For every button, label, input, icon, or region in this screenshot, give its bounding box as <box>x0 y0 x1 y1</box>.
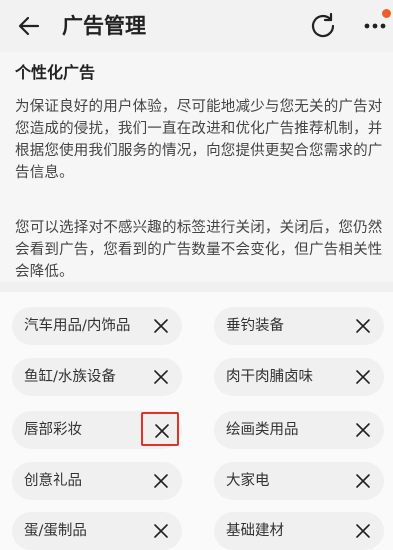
app-header: 广告管理 <box>0 0 393 52</box>
description-paragraph-2: 您可以选择对不感兴趣的标签进行关闭，关闭后，您仍然会看到广告，您看到的广告数量不… <box>15 220 383 280</box>
ad-tag: 创意礼品 <box>12 462 182 500</box>
close-icon[interactable] <box>348 466 378 496</box>
description-paragraph-1: 为保证良好的用户体验，尽可能地减少与您无关的广告对您造成的侵扰，我们一直在改进和… <box>15 99 383 181</box>
ad-tag-label: 鱼缸/水族设备 <box>24 369 116 385</box>
ad-tag-label: 大家电 <box>226 473 270 489</box>
ad-tag: 大家电 <box>214 462 384 500</box>
ad-tag-label: 绘画类用品 <box>226 422 299 438</box>
ad-tag: 绘画类用品 <box>214 411 384 449</box>
close-icon[interactable] <box>348 311 378 341</box>
ad-tag-label: 基础建材 <box>226 523 284 539</box>
close-icon[interactable] <box>146 311 176 341</box>
ad-tag-label: 创意礼品 <box>24 473 82 489</box>
section-divider <box>0 282 393 292</box>
ad-tag: 肉干肉脯卤味 <box>214 358 384 396</box>
notification-dot <box>382 9 391 18</box>
ad-tag: 唇部彩妆 <box>12 411 182 449</box>
ad-tag: 汽车用品/内饰品 <box>12 307 182 345</box>
personalized-ads-section: 个性化广告 为保证良好的用户体验，尽可能地减少与您无关的广告对您造成的侵扰，我们… <box>0 52 393 282</box>
section-title: 个性化广告 <box>15 63 96 82</box>
ad-tag-label: 唇部彩妆 <box>24 422 82 438</box>
page-title: 广告管理 <box>62 14 146 38</box>
refresh-icon[interactable] <box>308 11 338 41</box>
ad-tag-list: 汽车用品/内饰品 垂钓装备 鱼缸/水族设备 肉干肉脯卤味 唇部彩妆 绘画类用品 <box>0 292 393 550</box>
ad-tag: 基础建材 <box>214 512 384 550</box>
close-icon[interactable] <box>146 516 176 546</box>
close-icon-highlighted[interactable] <box>141 412 179 446</box>
close-icon[interactable] <box>146 362 176 392</box>
ad-tag-label: 垂钓装备 <box>226 318 284 334</box>
close-icon[interactable] <box>146 466 176 496</box>
ad-tag: 蛋/蛋制品 <box>12 512 182 550</box>
close-icon[interactable] <box>348 362 378 392</box>
ad-tag-label: 汽车用品/内饰品 <box>24 318 131 334</box>
ad-tag-label: 蛋/蛋制品 <box>24 523 87 539</box>
back-arrow-icon[interactable] <box>14 11 44 41</box>
close-icon[interactable] <box>348 415 378 445</box>
close-icon[interactable] <box>348 516 378 546</box>
ad-tag: 垂钓装备 <box>214 307 384 345</box>
ad-tag: 鱼缸/水族设备 <box>12 358 182 396</box>
ad-tag-label: 肉干肉脯卤味 <box>226 369 313 385</box>
